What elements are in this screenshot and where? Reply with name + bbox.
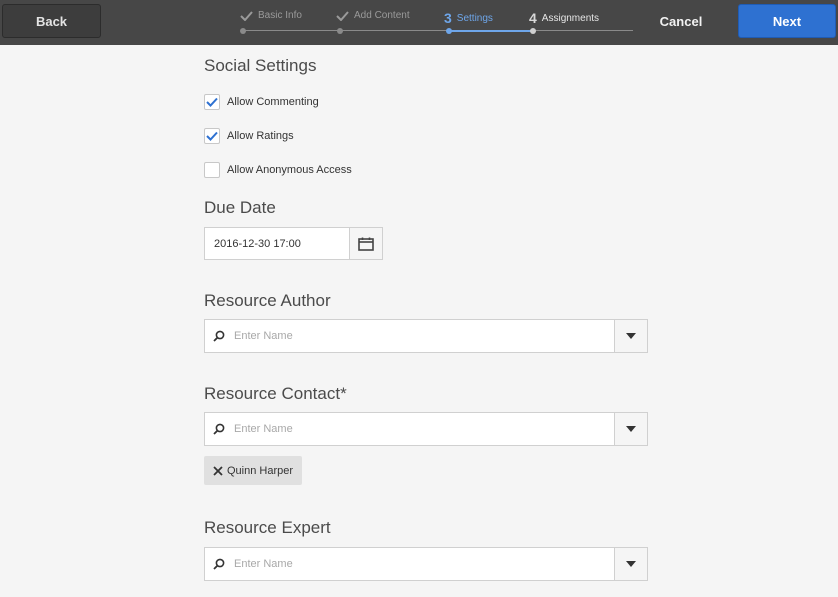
tag-label: Quinn Harper <box>227 464 294 477</box>
step-label: Add Content <box>354 10 410 21</box>
step-number: 4 <box>529 10 537 26</box>
search-icon <box>213 423 225 435</box>
cancel-button[interactable]: Cancel <box>640 4 722 38</box>
resource-expert-dropdown-button[interactable] <box>614 547 648 581</box>
wizard-toolbar: Back Basic Info Add Content 3 Settings 4… <box>0 0 838 45</box>
checkbox-label: Allow Anonymous Access <box>227 164 352 176</box>
step-dot-basic-info <box>240 28 246 34</box>
resource-expert-input[interactable]: Enter Name <box>204 547 615 581</box>
step-assignments[interactable]: 4 Assignments <box>529 10 599 26</box>
search-icon <box>213 330 225 342</box>
next-button[interactable]: Next <box>738 4 836 38</box>
due-date-heading: Due Date <box>204 198 276 217</box>
resource-author-heading: Resource Author <box>204 291 331 310</box>
allow-anonymous-access-checkbox-row[interactable]: Allow Anonymous Access <box>204 162 352 178</box>
back-button[interactable]: Back <box>2 4 101 38</box>
resource-author-dropdown-button[interactable] <box>614 319 648 353</box>
resource-contact-input[interactable]: Enter Name <box>204 412 615 446</box>
input-placeholder: Enter Name <box>234 558 293 570</box>
selected-contact-tag[interactable]: Quinn Harper <box>204 456 302 485</box>
step-label: Assignments <box>541 12 600 24</box>
step-dot-settings <box>446 28 452 34</box>
resource-contact-picker: Enter Name <box>204 412 648 446</box>
step-dot-assignments <box>530 28 536 34</box>
resource-expert-heading: Resource Expert <box>204 518 331 537</box>
resource-expert-picker: Enter Name <box>204 547 648 581</box>
chevron-down-icon <box>626 561 636 567</box>
step-number: 3 <box>444 10 452 26</box>
resource-contact-heading: Resource Contact* <box>204 384 347 403</box>
wizard-steps: Basic Info Add Content 3 Settings 4 Assi… <box>235 0 635 45</box>
chevron-down-icon <box>626 426 636 432</box>
calendar-button[interactable] <box>349 227 383 260</box>
checkbox-label: Allow Commenting <box>227 96 319 108</box>
checkmark-icon <box>240 10 253 21</box>
checkbox-label: Allow Ratings <box>227 130 294 142</box>
resource-author-input[interactable]: Enter Name <box>204 319 615 353</box>
step-label: Settings <box>456 12 493 24</box>
checkmark-icon <box>206 97 218 107</box>
step-label: Basic Info <box>258 10 302 21</box>
due-date-input[interactable]: 2016-12-30 17:00 <box>204 227 350 260</box>
allow-ratings-checkbox[interactable] <box>204 128 220 144</box>
step-basic-info[interactable]: Basic Info <box>240 10 302 21</box>
social-settings-heading: Social Settings <box>204 56 317 75</box>
step-dot-add-content <box>337 28 343 34</box>
allow-commenting-checkbox-row[interactable]: Allow Commenting <box>204 94 319 110</box>
step-add-content[interactable]: Add Content <box>336 10 410 21</box>
input-placeholder: Enter Name <box>234 330 293 342</box>
input-placeholder: Enter Name <box>234 423 293 435</box>
checkmark-icon <box>336 10 349 21</box>
step-progress-line <box>243 30 449 31</box>
step-progress-line-active <box>449 30 533 32</box>
allow-commenting-checkbox[interactable] <box>204 94 220 110</box>
search-icon <box>213 558 225 570</box>
step-progress-line-remaining <box>533 30 633 31</box>
chevron-down-icon <box>626 333 636 339</box>
resource-contact-dropdown-button[interactable] <box>614 412 648 446</box>
step-settings[interactable]: 3 Settings <box>444 10 493 26</box>
resource-author-picker: Enter Name <box>204 319 648 353</box>
allow-anonymous-access-checkbox[interactable] <box>204 162 220 178</box>
calendar-icon <box>358 237 374 251</box>
close-icon[interactable] <box>213 465 223 476</box>
allow-ratings-checkbox-row[interactable]: Allow Ratings <box>204 128 294 144</box>
checkmark-icon <box>206 131 218 141</box>
